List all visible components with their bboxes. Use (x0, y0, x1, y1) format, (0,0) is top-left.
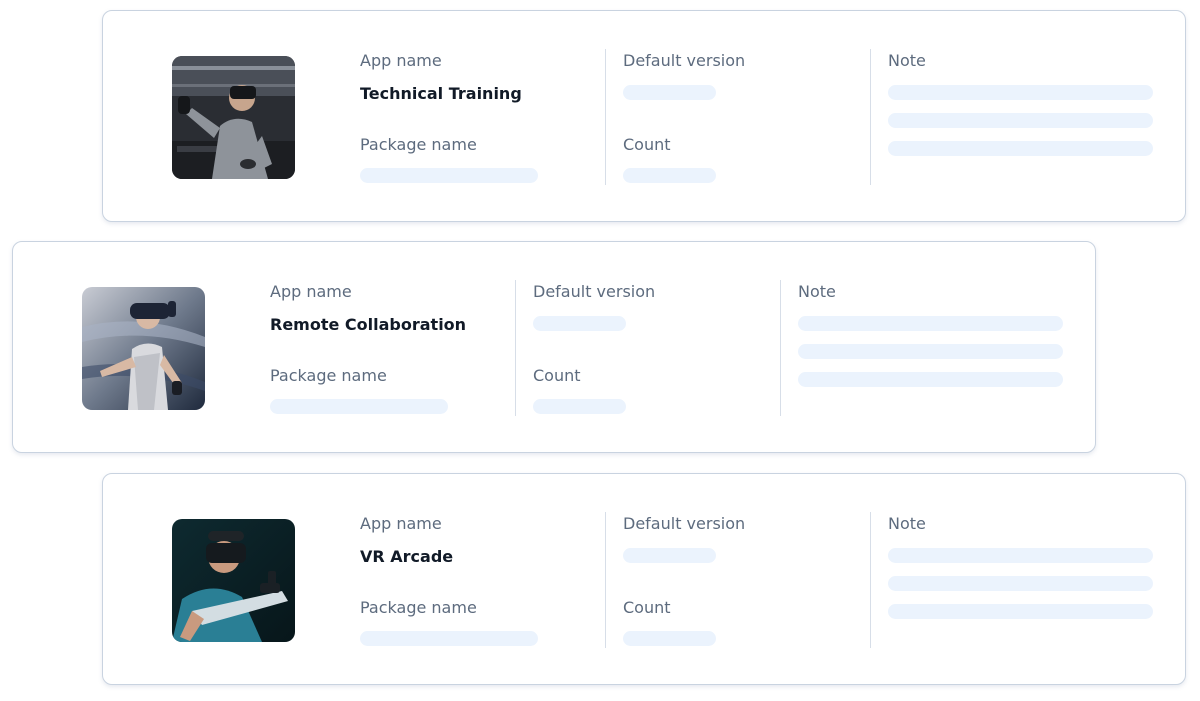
column-divider (870, 49, 871, 185)
package-name-placeholder (360, 631, 538, 646)
app-thumbnail-vr-training-image (172, 56, 295, 179)
app-name-value: Remote Collaboration (270, 315, 467, 334)
note-placeholder-line (888, 141, 1153, 156)
count-placeholder (623, 168, 716, 183)
package-name-placeholder (360, 168, 538, 183)
app-name-label: App name (360, 514, 442, 533)
count-label: Count (533, 366, 581, 385)
app-name-label: App name (360, 51, 442, 70)
note-label: Note (888, 514, 926, 533)
app-name-value: Technical Training (360, 84, 522, 103)
note-placeholder-line (798, 344, 1063, 359)
column-divider (605, 512, 606, 648)
note-label: Note (798, 282, 836, 301)
column-divider (780, 280, 781, 416)
note-label: Note (888, 51, 926, 70)
app-name-label: App name (270, 282, 352, 301)
default-version-placeholder (623, 548, 716, 563)
app-card-technical-training[interactable]: App name Technical Training Package name… (102, 10, 1186, 222)
note-placeholder-line (888, 604, 1153, 619)
note-placeholder-line (888, 548, 1153, 563)
note-placeholder-line (888, 576, 1153, 591)
default-version-label: Default version (623, 514, 746, 533)
default-version-placeholder (623, 85, 716, 100)
app-card-remote-collaboration[interactable]: App name Remote Collaboration Package na… (12, 241, 1096, 453)
count-placeholder (623, 631, 716, 646)
default-version-placeholder (533, 316, 626, 331)
note-placeholder-line (798, 372, 1063, 387)
column-divider (515, 280, 516, 416)
count-placeholder (533, 399, 626, 414)
package-name-label: Package name (360, 135, 477, 154)
count-label: Count (623, 598, 671, 617)
count-label: Count (623, 135, 671, 154)
default-version-label: Default version (533, 282, 656, 301)
note-placeholder-line (888, 113, 1153, 128)
package-name-label: Package name (270, 366, 387, 385)
app-thumbnail-vr-collaboration-image (82, 287, 205, 410)
package-name-placeholder (270, 399, 448, 414)
note-placeholder-line (798, 316, 1063, 331)
column-divider (870, 512, 871, 648)
default-version-label: Default version (623, 51, 746, 70)
note-placeholder-line (888, 85, 1153, 100)
app-thumbnail-vr-arcade-image (172, 519, 295, 642)
app-name-value: VR Arcade (360, 547, 454, 566)
package-name-label: Package name (360, 598, 477, 617)
column-divider (605, 49, 606, 185)
app-card-vr-arcade[interactable]: App name VR Arcade Package name Default … (102, 473, 1186, 685)
